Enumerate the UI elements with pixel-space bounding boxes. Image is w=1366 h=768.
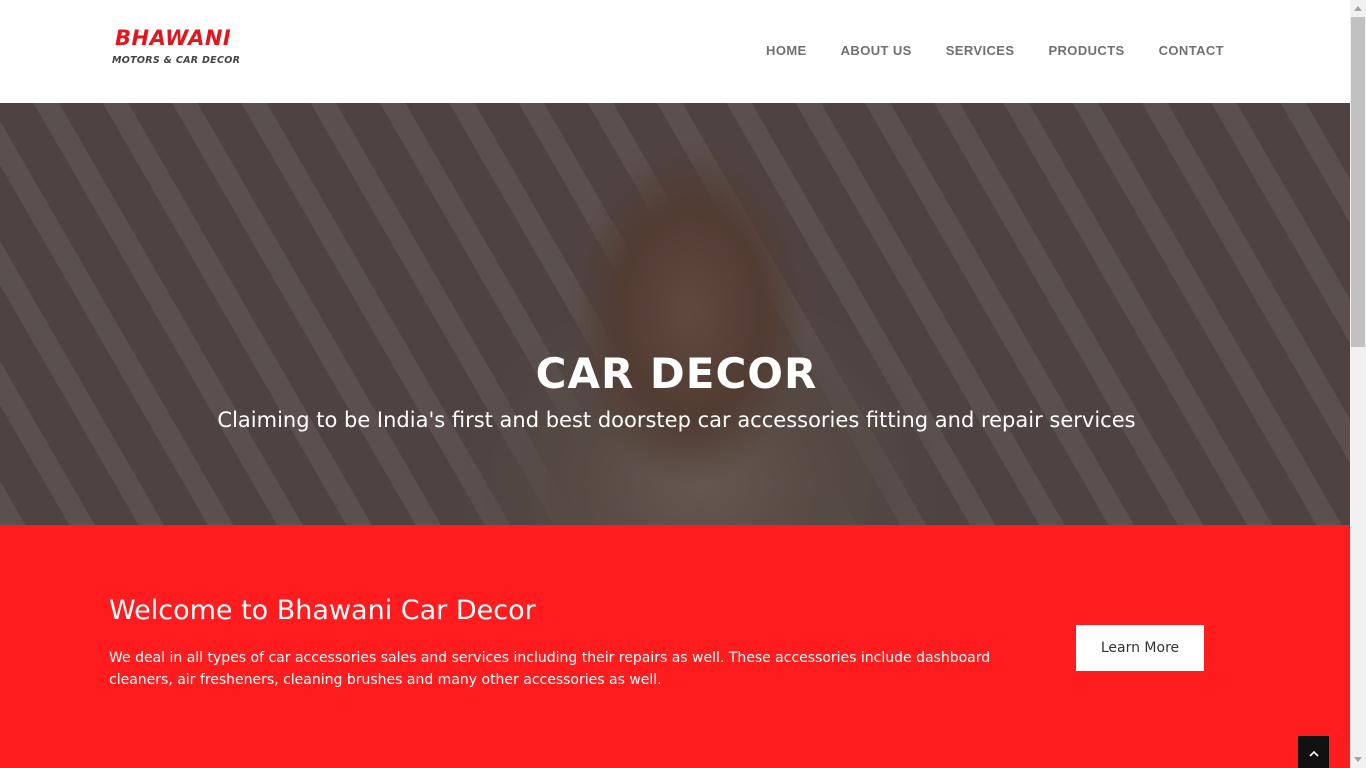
site-header: BHAWANI MOTORS & CAR DECOR HOME ABOUT US… [0, 0, 1350, 103]
nav-item-products[interactable]: PRODUCTS [1048, 43, 1124, 58]
scroll-to-top-button[interactable] [1298, 736, 1329, 768]
scroll-up-arrow-icon[interactable] [1350, 0, 1366, 17]
brand-tagline: MOTORS & CAR DECOR [112, 55, 241, 66]
welcome-title: Welcome to Bhawani Car Decor [109, 595, 536, 626]
scrollbar-thumb[interactable] [1351, 17, 1365, 347]
nav-item-contact[interactable]: CONTACT [1159, 43, 1224, 58]
brand-name: BHAWANI [115, 26, 232, 50]
nav-item-about-us[interactable]: ABOUT US [841, 43, 912, 58]
welcome-section: Welcome to Bhawani Car Decor We deal in … [0, 525, 1350, 768]
main-nav: HOME ABOUT US SERVICES PRODUCTS CONTACT [766, 43, 1224, 58]
welcome-text: We deal in all types of car accessories … [109, 650, 991, 688]
brand-logo[interactable]: BHAWANI MOTORS & CAR DECOR [112, 26, 242, 72]
nav-item-home[interactable]: HOME [766, 43, 807, 58]
learn-more-button[interactable]: Learn More [1076, 625, 1204, 671]
scroll-down-arrow-icon[interactable] [1350, 751, 1366, 768]
hero-title: CAR DECOR [535, 349, 818, 398]
nav-item-services[interactable]: SERVICES [946, 43, 1015, 58]
hero-banner: CAR DECOR Claiming to be India's first a… [0, 103, 1350, 525]
hero-image-overlay [0, 103, 1350, 525]
chevron-up-icon [1308, 750, 1319, 757]
hero-subtitle: Claiming to be India's first and best do… [217, 408, 1136, 432]
